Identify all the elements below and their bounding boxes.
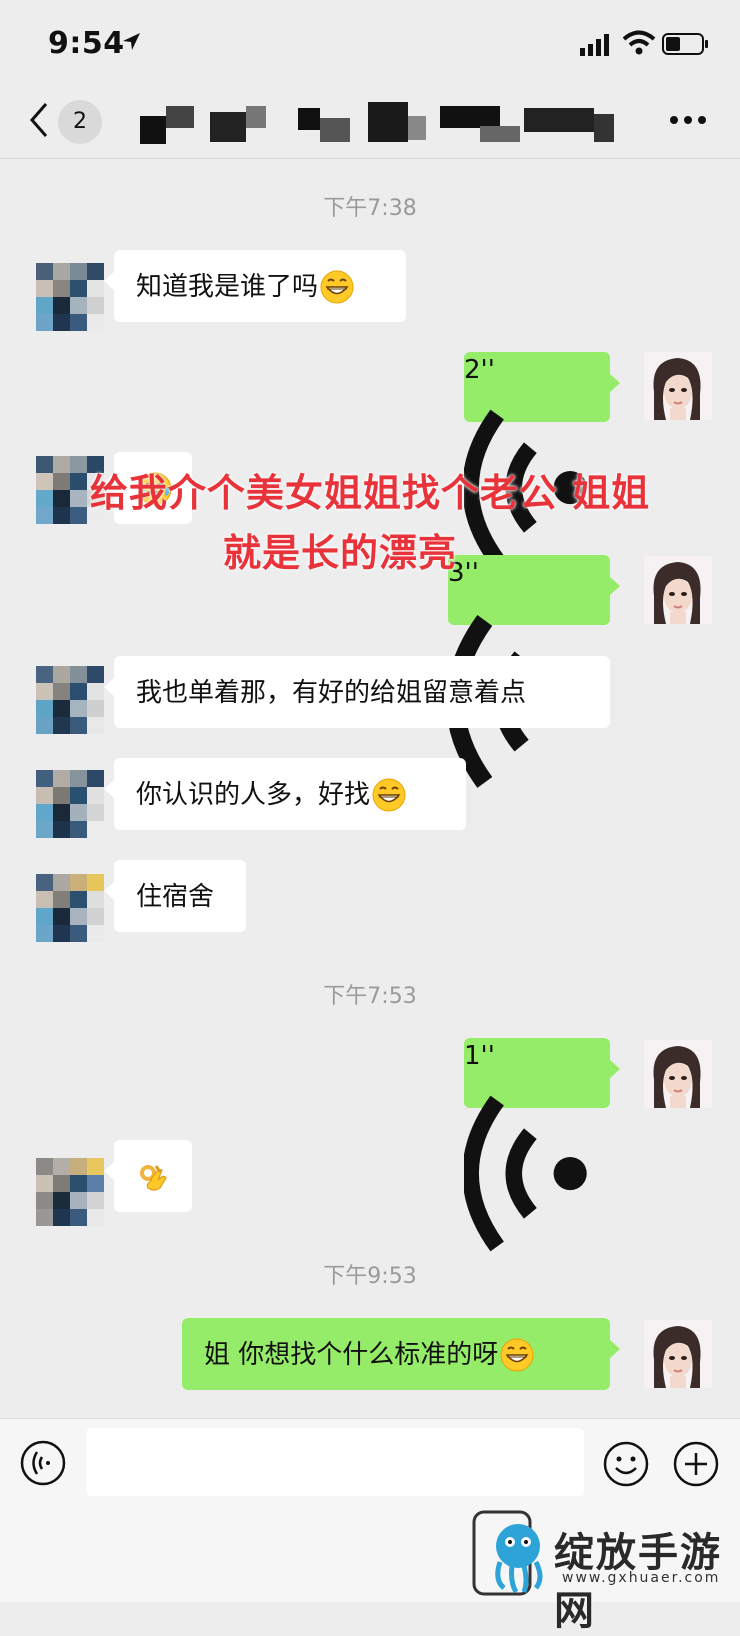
message-input-field[interactable] — [86, 1428, 584, 1496]
back-chevron-icon[interactable] — [26, 100, 52, 140]
contact-name-pixelated — [140, 102, 630, 146]
battery-icon — [662, 33, 708, 55]
message-text: 住宿舍 — [136, 881, 215, 912]
clock: 9:54 — [48, 26, 125, 61]
message-text: 知道我是谁了吗 — [136, 271, 319, 302]
timestamp: 下午7:38 — [323, 196, 417, 221]
cellular-signal-icon — [580, 34, 609, 56]
message-bubble-received[interactable]: 我也单着那，有好的给姐留意着点 — [104, 656, 610, 728]
status-bar: 9:54 — [0, 0, 740, 88]
message-text: 姐 你想找个什么标准的呀 — [204, 1339, 499, 1370]
voice-message-sent[interactable]: 2'' — [462, 352, 620, 566]
ok-hand-emoji-icon — [140, 1164, 167, 1191]
contact-avatar[interactable] — [36, 874, 104, 942]
grinning-face-emoji-icon — [500, 1338, 534, 1371]
chat-header: 2 — [0, 88, 740, 159]
timestamp: 下午7:53 — [323, 984, 417, 1009]
contact-avatar[interactable] — [36, 263, 104, 331]
message-bubble-received[interactable]: 你认识的人多，好找 — [104, 758, 466, 830]
voice-duration: 2'' — [464, 355, 495, 385]
emoji-picker-icon[interactable] — [602, 1440, 650, 1488]
woman-portrait-icon — [644, 1040, 712, 1108]
grinning-face-emoji-icon — [320, 270, 354, 303]
more-options-icon[interactable] — [668, 114, 708, 126]
contact-avatar[interactable] — [36, 1158, 104, 1226]
user-avatar[interactable] — [644, 1040, 712, 1108]
octopus-logo-icon — [472, 1510, 543, 1596]
message-text: 你认识的人多，好找 — [136, 779, 371, 810]
wifi-icon — [622, 30, 656, 55]
woman-portrait-icon — [644, 352, 712, 420]
watermark-url: www.gxhuaer.com — [562, 1570, 721, 1586]
location-arrow-icon — [123, 33, 140, 50]
site-watermark: 绽放手游网 www.gxhuaer.com — [472, 1508, 734, 1634]
message-bubble-received[interactable] — [104, 1140, 192, 1212]
message-bubble-received[interactable]: 住宿舍 — [104, 860, 246, 932]
voice-wave-icon — [462, 1095, 587, 1252]
grinning-face-emoji-icon — [372, 778, 406, 811]
user-avatar[interactable] — [644, 352, 712, 420]
voice-input-icon[interactable] — [20, 1440, 66, 1486]
overlay-caption-line-2: 就是长的漂亮 — [222, 531, 457, 575]
timestamp: 下午9:53 — [323, 1264, 417, 1289]
message-bubble-sent[interactable]: 姐 你想找个什么标准的呀 — [182, 1318, 620, 1390]
woman-portrait-icon — [644, 1320, 712, 1388]
contact-avatar[interactable] — [36, 666, 104, 734]
overlay-caption-line-1: 给我介个美女姐姐找个老公 姐姐 — [89, 471, 651, 515]
message-bubble-received[interactable]: 知道我是谁了吗 — [104, 250, 406, 322]
unread-count-badge[interactable]: 2 — [58, 100, 102, 144]
message-text: 我也单着那，有好的给姐留意着点 — [136, 677, 527, 708]
voice-message-sent[interactable]: 1'' — [462, 1038, 620, 1252]
user-avatar[interactable] — [644, 1320, 712, 1388]
contact-avatar[interactable] — [36, 770, 104, 838]
voice-duration: 1'' — [464, 1041, 495, 1071]
add-attachment-icon[interactable] — [672, 1440, 720, 1488]
